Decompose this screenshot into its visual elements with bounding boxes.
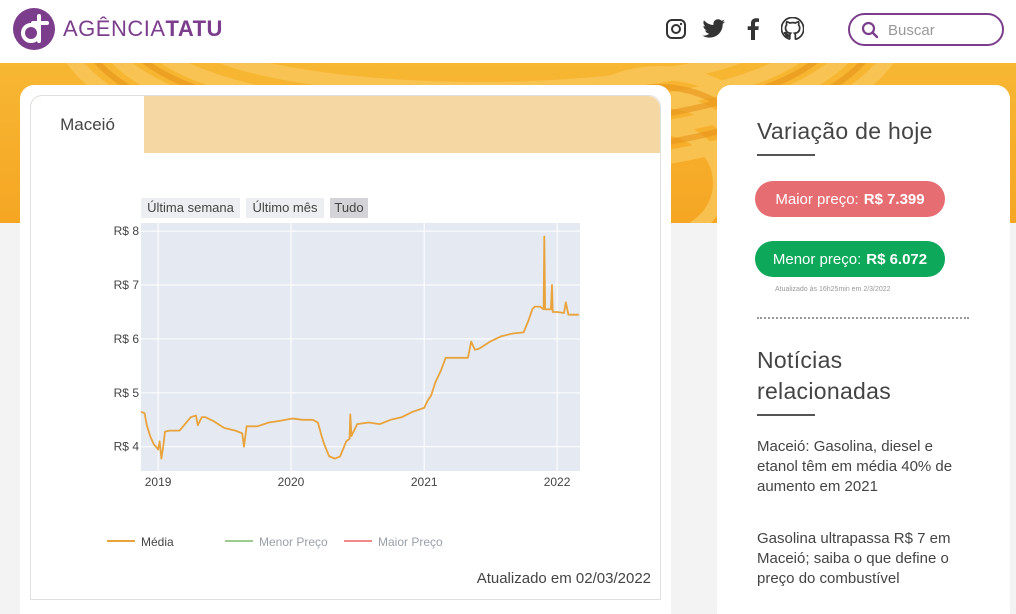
updated-date: Atualizado em 02/03/2022 <box>476 570 651 587</box>
search-icon <box>861 21 879 39</box>
y-tick-label: R$ 6 <box>114 332 140 346</box>
github-icon[interactable] <box>781 17 804 40</box>
min-price-label: Menor preço: <box>772 250 862 268</box>
logo-wordmark: AGÊNCIATATU <box>63 16 223 42</box>
min-price-value: R$ 6.072 <box>866 250 928 268</box>
twitter-icon[interactable] <box>702 18 726 40</box>
y-tick-label: R$ 8 <box>114 224 140 238</box>
site-logo[interactable]: AGÊNCIATATU <box>13 8 223 50</box>
legend-item[interactable]: Maior Preço <box>378 535 443 549</box>
site-header: AGÊNCIATATU <box>0 0 1016 63</box>
price-chart-card: Maceió R$ 4 R$ 5 R$ 6 R$ 7 R$ 8 2019 2020 2021 2… <box>20 85 671 614</box>
facebook-icon[interactable] <box>743 18 763 40</box>
logo-mark-icon <box>13 8 55 50</box>
variation-updated: Atualizado às 16h25min em 2/3/2022 <box>775 286 891 293</box>
logo-text-light: AGÊNCIA <box>63 16 166 41</box>
x-tick-label: 2022 <box>544 475 571 489</box>
search-box[interactable] <box>848 13 1004 46</box>
logo-text-bold: TATU <box>165 16 223 41</box>
max-price-value: R$ 7.399 <box>863 190 925 208</box>
x-tick-label: 2020 <box>278 475 305 489</box>
legend-item[interactable]: Média <box>141 535 174 549</box>
news-link[interactable]: Maceió: Gasolina, diesel e etanol têm em… <box>757 437 977 497</box>
chart-panel: Maceió R$ 4 R$ 5 R$ 6 R$ 7 R$ 8 2019 2020 2021 2… <box>30 95 661 600</box>
range-button-label: Tudo <box>334 200 363 215</box>
x-tick-label: 2021 <box>411 475 438 489</box>
plot-area <box>141 223 580 471</box>
variation-title: Variação de hoje <box>757 118 933 144</box>
y-tick-label: R$ 7 <box>114 278 140 292</box>
y-tick-label: R$ 4 <box>114 440 140 454</box>
range-button-label: Última semana <box>147 200 234 215</box>
title-underline <box>757 154 815 156</box>
search-input[interactable] <box>888 21 998 39</box>
news-title-line1: Notícias <box>757 347 843 373</box>
y-tick-label: R$ 5 <box>114 386 140 400</box>
legend-item[interactable]: Menor Preço <box>259 535 328 549</box>
dotted-divider <box>757 317 969 319</box>
sidebar-card: Variação de hoje Maior preço: R$ 7.399 Me… <box>717 85 1010 614</box>
x-tick-label: 2019 <box>145 475 172 489</box>
price-line-chart: R$ 4 R$ 5 R$ 6 R$ 7 R$ 8 2019 2020 2021 2022 Últi… <box>107 198 580 549</box>
min-price-badge: Menor preço: R$ 6.072 <box>755 241 945 277</box>
instagram-icon[interactable] <box>665 18 687 40</box>
news-title-line2: relacionadas <box>757 378 892 404</box>
range-button-label: Último mês <box>252 200 318 215</box>
max-price-badge: Maior preço: R$ 7.399 <box>755 181 945 217</box>
news-underline <box>757 414 815 416</box>
news-link[interactable]: Gasolina ultrapassa R$ 7 em Maceió; saib… <box>757 529 977 589</box>
max-price-label: Maior preço: <box>775 190 859 208</box>
